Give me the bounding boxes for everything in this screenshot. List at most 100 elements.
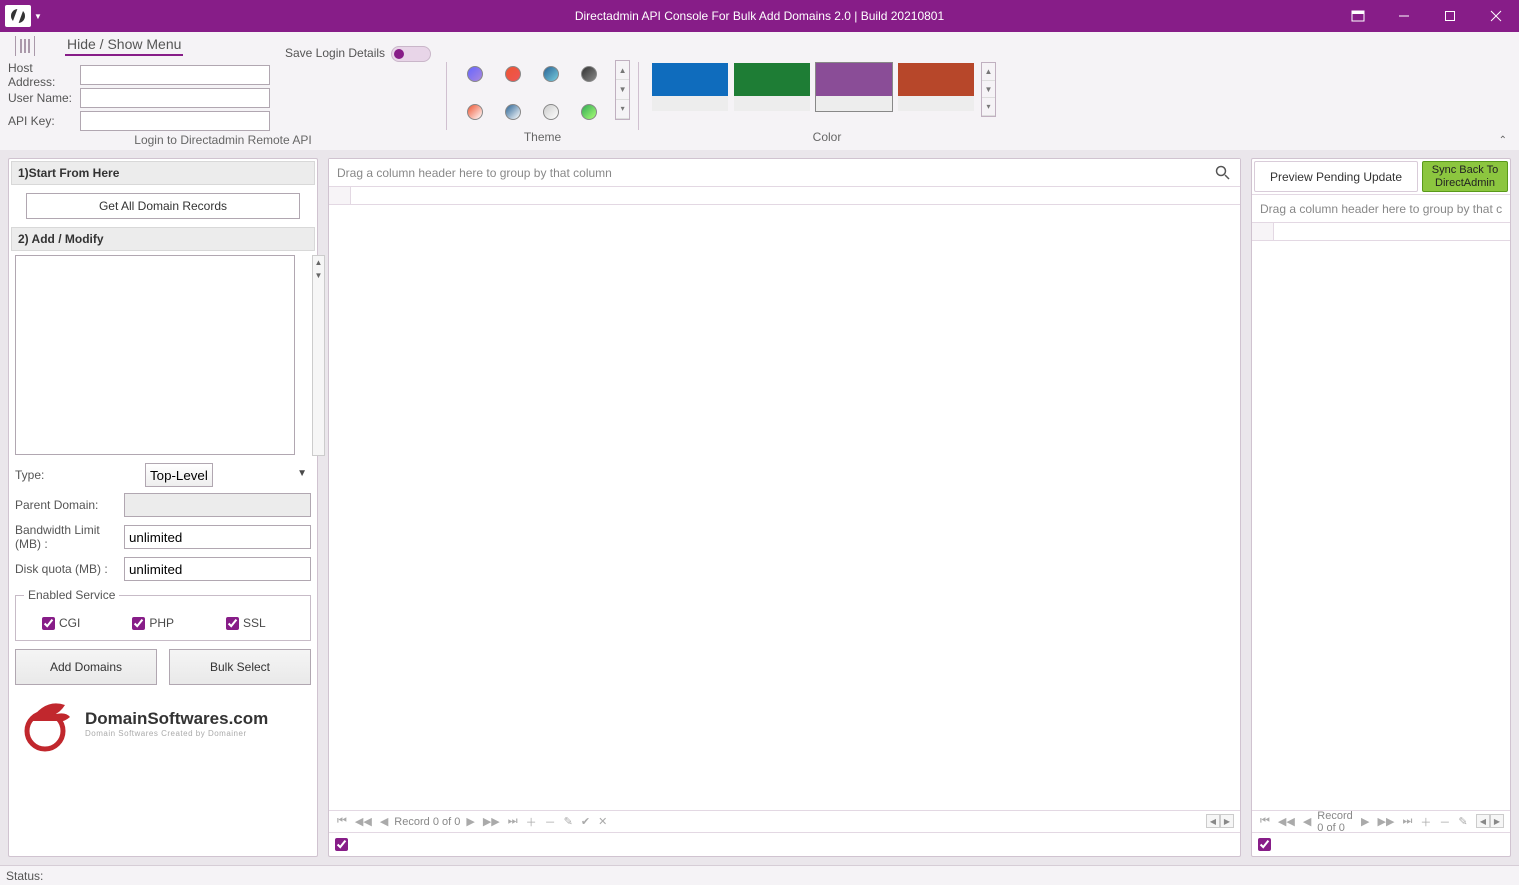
theme-item-8[interactable] xyxy=(581,104,597,120)
parent-domain-label: Parent Domain: xyxy=(15,498,124,512)
color-swatch-purple[interactable] xyxy=(815,62,893,112)
r-nav-remove-icon[interactable]: － xyxy=(1437,814,1452,830)
color-swatch-blue[interactable] xyxy=(651,62,729,112)
r-nav-append-icon[interactable]: ＋ xyxy=(1418,814,1433,830)
app-icon[interactable] xyxy=(5,5,31,27)
theme-item-5[interactable] xyxy=(467,104,483,120)
type-select[interactable]: Top-Level xyxy=(145,463,213,487)
gallery-dropdown-icon[interactable]: ▾ xyxy=(616,100,629,119)
r-nav-last-icon[interactable]: ⏭ xyxy=(1400,815,1414,828)
api-key-input[interactable] xyxy=(80,111,270,131)
theme-group-caption: Theme xyxy=(455,130,630,148)
main-grid-column-header xyxy=(329,187,1240,205)
gallery-down-icon[interactable]: ▼ xyxy=(616,80,629,99)
nav-append-icon[interactable]: ＋ xyxy=(524,814,539,830)
r-hscroll-right-icon[interactable]: ▶ xyxy=(1490,814,1504,828)
textarea-scrollbar[interactable]: ▲ ▼ xyxy=(312,255,325,456)
theme-item-4[interactable] xyxy=(581,66,597,82)
nav-prev-icon[interactable]: ◀ xyxy=(378,815,390,828)
right-grid-column-header xyxy=(1252,223,1510,241)
theme-item-2[interactable] xyxy=(505,66,521,82)
collapse-ribbon-icon[interactable]: ⌃ xyxy=(1499,135,1507,146)
color-gallery-dropdown-icon[interactable]: ▾ xyxy=(982,98,995,116)
nav-next-icon[interactable]: ▶ xyxy=(464,815,476,828)
color-gallery-spinner[interactable]: ▲ ▼ ▾ xyxy=(981,62,996,117)
cgi-checkbox[interactable] xyxy=(42,617,55,630)
nav-end-edit-icon[interactable]: ✔ xyxy=(579,815,592,828)
color-gallery[interactable] xyxy=(647,60,979,112)
ssl-checkbox[interactable] xyxy=(226,617,239,630)
column-chooser-icon[interactable] xyxy=(15,36,35,56)
scroll-up-icon[interactable]: ▲ xyxy=(313,256,324,269)
ribbon-body: Host Address: User Name: API Key: Save L… xyxy=(0,56,1519,150)
maximize-button[interactable] xyxy=(1427,0,1473,32)
main-grid-select-all-checkbox[interactable] xyxy=(335,838,348,851)
get-all-domain-records-button[interactable]: Get All Domain Records xyxy=(26,193,300,219)
r-nav-next-icon[interactable]: ▶ xyxy=(1359,815,1371,828)
r-nav-next-page-icon[interactable]: ▶▶ xyxy=(1376,815,1397,828)
right-group-hint-text: Drag a column header here to group by th… xyxy=(1260,202,1502,216)
type-label: Type: xyxy=(15,468,145,482)
theme-gallery[interactable] xyxy=(455,60,613,120)
hscroll-right-icon[interactable]: ▶ xyxy=(1220,814,1234,828)
nav-remove-icon[interactable]: － xyxy=(543,814,558,830)
section-1-header: 1)Start From Here xyxy=(11,161,315,185)
bulk-select-button[interactable]: Bulk Select xyxy=(169,649,311,685)
php-checkbox[interactable] xyxy=(132,617,145,630)
right-grid-select-all-checkbox[interactable] xyxy=(1258,838,1271,851)
theme-item-3[interactable] xyxy=(543,66,559,82)
r-nav-prev-icon[interactable]: ◀ xyxy=(1301,815,1313,828)
nav-prev-page-icon[interactable]: ◀◀ xyxy=(353,815,374,828)
theme-item-1[interactable] xyxy=(467,66,483,82)
record-counter: Record 0 of 0 xyxy=(394,816,460,828)
add-domains-button[interactable]: Add Domains xyxy=(15,649,157,685)
right-grid-body[interactable] xyxy=(1252,241,1510,810)
host-address-input[interactable] xyxy=(80,65,270,85)
r-nav-prev-page-icon[interactable]: ◀◀ xyxy=(1276,815,1297,828)
qat-dropdown-icon[interactable]: ▼ xyxy=(34,12,42,21)
user-name-input[interactable] xyxy=(80,88,270,108)
nav-first-icon[interactable]: ⏮ xyxy=(335,815,349,828)
hscroll-left-icon[interactable]: ◀ xyxy=(1206,814,1220,828)
cgi-label: CGI xyxy=(59,616,80,630)
theme-item-6[interactable] xyxy=(505,104,521,120)
main-grid-group-panel[interactable]: Drag a column header here to group by th… xyxy=(329,159,1240,187)
right-row-indicator-header[interactable] xyxy=(1252,223,1274,240)
ribbon-tabs: Hide / Show Menu xyxy=(0,32,1519,56)
theme-gallery-spinner[interactable]: ▲ ▼ ▾ xyxy=(615,60,630,120)
section-2-header: 2) Add / Modify xyxy=(11,227,315,251)
nav-cancel-edit-icon[interactable]: ✕ xyxy=(596,815,609,828)
color-swatch-red[interactable] xyxy=(897,62,975,112)
close-button[interactable] xyxy=(1473,0,1519,32)
domains-textarea[interactable] xyxy=(15,255,295,455)
nav-next-page-icon[interactable]: ▶▶ xyxy=(481,815,502,828)
user-name-label: User Name: xyxy=(8,91,80,105)
r-nav-first-icon[interactable]: ⏮ xyxy=(1258,815,1272,828)
ribbon-display-button[interactable] xyxy=(1335,0,1381,32)
status-bar: Status: xyxy=(0,865,1519,885)
theme-item-7[interactable] xyxy=(543,104,559,120)
nav-last-icon[interactable]: ⏭ xyxy=(506,815,520,828)
disk-quota-input[interactable] xyxy=(124,557,311,581)
parent-domain-input xyxy=(124,493,311,517)
scroll-down-icon[interactable]: ▼ xyxy=(313,269,324,282)
search-icon[interactable] xyxy=(1215,165,1230,183)
dropdown-arrow-icon: ▼ xyxy=(297,468,307,479)
minimize-button[interactable] xyxy=(1381,0,1427,32)
bandwidth-input[interactable] xyxy=(124,525,311,549)
r-hscroll-left-icon[interactable]: ◀ xyxy=(1476,814,1490,828)
hide-show-menu-tab[interactable]: Hide / Show Menu xyxy=(65,36,183,56)
sync-back-button[interactable]: Sync Back To DirectAdmin xyxy=(1422,161,1508,192)
color-swatch-green[interactable] xyxy=(733,62,811,112)
color-gallery-down-icon[interactable]: ▼ xyxy=(982,81,995,99)
main-grid-body[interactable] xyxy=(329,205,1240,810)
nav-edit-icon[interactable]: ✎ xyxy=(562,815,575,828)
row-indicator-header[interactable] xyxy=(329,187,351,204)
gallery-up-icon[interactable]: ▲ xyxy=(616,61,629,80)
save-login-toggle[interactable] xyxy=(391,46,431,62)
title-bar: ▼ Directadmin API Console For Bulk Add D… xyxy=(0,0,1519,32)
preview-pending-label: Preview Pending Update xyxy=(1254,161,1418,192)
color-gallery-up-icon[interactable]: ▲ xyxy=(982,63,995,81)
r-nav-edit-icon[interactable]: ✎ xyxy=(1456,815,1469,828)
right-grid-group-panel[interactable]: Drag a column header here to group by th… xyxy=(1252,195,1510,223)
